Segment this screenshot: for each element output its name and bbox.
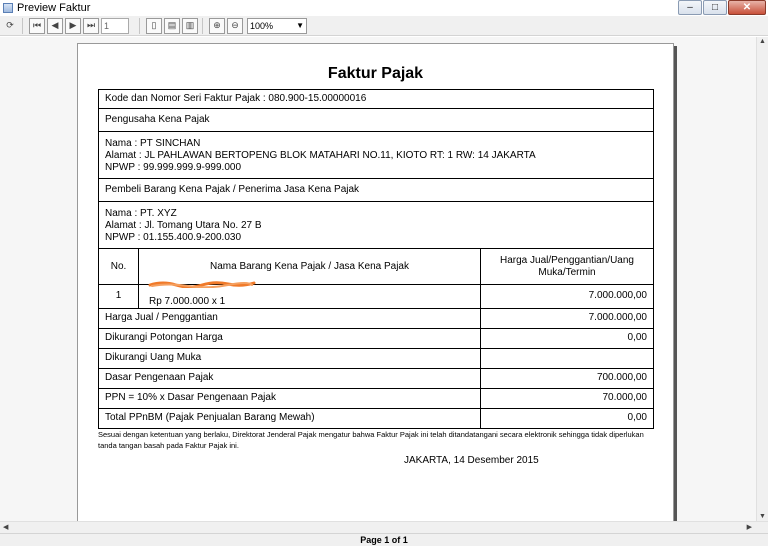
page-number-input[interactable]: 1 xyxy=(101,17,129,34)
column-header-no: No. xyxy=(99,249,139,284)
item-description: Rp 7.000.000 x 1 xyxy=(139,285,481,308)
invoice-page: Faktur Pajak Kode dan Nomor Seri Faktur … xyxy=(77,43,674,521)
item-number: 1 xyxy=(99,285,139,308)
summary-value: 70.000,00 xyxy=(602,392,648,403)
summary-value: 0,00 xyxy=(627,332,647,343)
seller-block: Nama : PT SINCHAN Alamat : JL PAHLAWAN B… xyxy=(98,132,654,179)
toolbar: ⟳ ⏮ ◀ ▶ ⏭ 1 ▯ ▤ ▥ ⊕ ⊖ 100% ▼ xyxy=(0,16,768,36)
title-bar: Preview Faktur – □ ✕ xyxy=(0,0,768,16)
pembeli-header: Pembeli Barang Kena Pajak / Penerima Jas… xyxy=(105,184,360,195)
app-icon xyxy=(3,3,13,13)
summary-row: Total PPnBM (Pajak Penjualan Barang Mewa… xyxy=(98,409,654,429)
horizontal-scrollbar[interactable]: ◀ ▶ xyxy=(0,521,768,533)
summary-value: 700.000,00 xyxy=(596,372,647,383)
buyer-npwp: NPWP : 01.155.400.9-200.030 xyxy=(105,232,242,243)
summary-label: Total PPnBM (Pajak Penjualan Barang Mewa… xyxy=(99,409,481,428)
chevron-down-icon: ▼ xyxy=(296,20,304,30)
last-page-icon[interactable]: ⏭ xyxy=(83,17,99,34)
pengusaha-header: Pengusaha Kena Pajak xyxy=(105,114,210,125)
summary-label: Harga Jual / Penggantian xyxy=(99,309,481,328)
invoice-grid: Kode dan Nomor Seri Faktur Pajak : 080.9… xyxy=(98,89,654,429)
summary-row: PPN = 10% x Dasar Pengenaan Pajak 70.000… xyxy=(98,389,654,409)
scroll-up-icon[interactable]: ▲ xyxy=(759,38,766,45)
fit-page-icon[interactable]: ▤ xyxy=(164,17,180,34)
scroll-down-icon[interactable]: ▼ xyxy=(759,513,766,520)
kode-text: Kode dan Nomor Seri Faktur Pajak : 080.9… xyxy=(105,93,367,104)
redaction-scribble xyxy=(148,281,256,288)
minimize-button[interactable]: – xyxy=(678,0,702,15)
zoom-value: 100% xyxy=(250,20,274,31)
summary-row: Harga Jual / Penggantian 7.000.000,00 xyxy=(98,309,654,329)
status-bar: Page 1 of 1 xyxy=(0,533,768,546)
page-indicator: Page 1 of 1 xyxy=(360,535,408,545)
buyer-name: Nama : PT. XYZ xyxy=(105,208,177,219)
column-header-harga: Harga Jual/Penggantian/Uang Muka/Termin xyxy=(500,254,634,278)
seller-address: Alamat : JL PAHLAWAN BERTOPENG BLOK MATA… xyxy=(105,150,536,161)
zoom-select[interactable]: 100% ▼ xyxy=(247,17,307,34)
table-row: 1 Rp 7.000.000 x 1 7.000.000,00 xyxy=(98,285,654,309)
summary-label: Dikurangi Uang Muka xyxy=(99,349,481,368)
document-title: Faktur Pajak xyxy=(327,65,424,82)
first-page-icon[interactable]: ⏮ xyxy=(29,17,45,34)
seller-name: Nama : PT SINCHAN xyxy=(105,138,201,149)
column-header-nama: Nama Barang Kena Pajak / Jasa Kena Pajak xyxy=(139,249,481,284)
zoom-in-icon[interactable]: ⊕ xyxy=(209,17,225,34)
refresh-icon[interactable]: ⟳ xyxy=(2,18,18,34)
close-button[interactable]: ✕ xyxy=(728,0,766,15)
legal-footnote: Sesuai dengan ketentuan yang berlaku, Di… xyxy=(98,430,644,450)
buyer-address: Alamat : Jl. Tomang Utara No. 27 B xyxy=(105,220,262,231)
window-controls: – □ ✕ xyxy=(678,0,766,15)
maximize-button[interactable]: □ xyxy=(703,0,727,15)
toolbar-separator xyxy=(139,17,140,34)
fit-width-icon[interactable]: ▥ xyxy=(182,17,198,34)
vertical-scrollbar[interactable]: ▲ ▼ xyxy=(756,37,768,521)
summary-label: PPN = 10% x Dasar Pengenaan Pajak xyxy=(99,389,481,408)
actual-size-icon[interactable]: ▯ xyxy=(146,17,162,34)
scroll-left-icon[interactable]: ◀ xyxy=(3,523,8,531)
kode-row: Kode dan Nomor Seri Faktur Pajak : 080.9… xyxy=(98,89,654,109)
previous-page-icon[interactable]: ◀ xyxy=(47,17,63,34)
summary-value xyxy=(481,349,653,368)
summary-value: 7.000.000,00 xyxy=(588,312,647,323)
window-title: Preview Faktur xyxy=(17,2,91,14)
summary-label: Dikurangi Potongan Harga xyxy=(99,329,481,348)
toolbar-separator xyxy=(202,17,203,34)
scroll-right-icon[interactable]: ▶ xyxy=(747,523,752,531)
summary-value: 0,00 xyxy=(627,412,647,423)
document-viewport[interactable]: Faktur Pajak Kode dan Nomor Seri Faktur … xyxy=(0,37,756,521)
toolbar-separator xyxy=(22,17,23,34)
buyer-block: Nama : PT. XYZ Alamat : Jl. Tomang Utara… xyxy=(98,202,654,249)
summary-row: Dasar Pengenaan Pajak 700.000,00 xyxy=(98,369,654,389)
item-value: 7.000.000,00 xyxy=(588,290,647,301)
seller-npwp: NPWP : 99.999.999.9-999.000 xyxy=(105,162,242,173)
next-page-icon[interactable]: ▶ xyxy=(65,17,81,34)
pembeli-header-row: Pembeli Barang Kena Pajak / Penerima Jas… xyxy=(98,179,654,202)
pengusaha-header-row: Pengusaha Kena Pajak xyxy=(98,109,654,132)
summary-label: Dasar Pengenaan Pajak xyxy=(99,369,481,388)
summary-row: Dikurangi Uang Muka xyxy=(98,349,654,369)
summary-row: Dikurangi Potongan Harga 0,00 xyxy=(98,329,654,349)
place-date: JAKARTA, 14 Desember 2015 xyxy=(404,455,539,466)
zoom-out-icon[interactable]: ⊖ xyxy=(227,17,243,34)
